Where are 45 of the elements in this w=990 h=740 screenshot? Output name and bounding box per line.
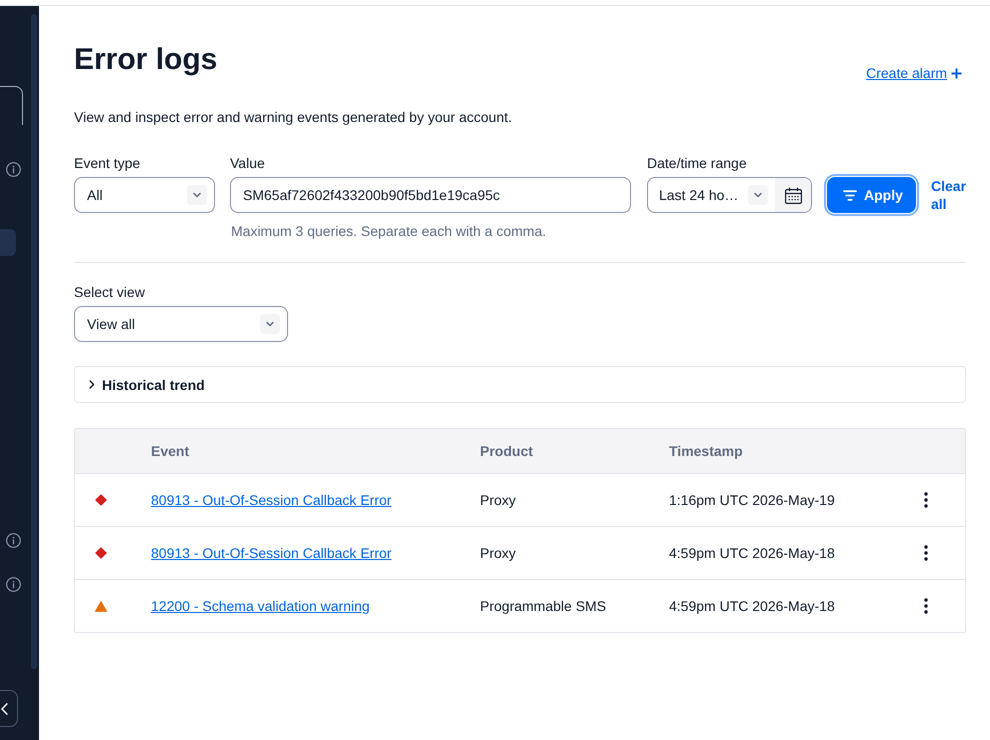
scrollbar[interactable]	[31, 14, 37, 669]
collapse-button[interactable]	[0, 690, 18, 727]
info-icon[interactable]	[6, 162, 21, 177]
field-label: Value	[230, 154, 266, 172]
table-cell: Proxy	[480, 491, 516, 509]
chevron-down-icon	[748, 185, 768, 205]
info-icon[interactable]	[6, 533, 21, 548]
filter-icon	[843, 190, 857, 200]
calendar-icon	[784, 186, 802, 204]
more-vertical-icon	[924, 598, 928, 614]
event-type-select[interactable]: All	[74, 177, 215, 213]
table-cell: 4:59pm UTC 2026-May-18	[669, 597, 835, 615]
date-range-field[interactable]: Last 24 ho…	[647, 177, 812, 213]
date-range-select[interactable]: Last 24 ho…	[648, 178, 775, 212]
field-label: Event type	[74, 154, 142, 172]
column-header: Product	[480, 442, 533, 460]
table-cell: 4:59pm UTC 2026-May-18	[669, 544, 835, 562]
outlined-panel	[0, 86, 23, 125]
table-cell: Proxy	[480, 544, 516, 562]
chevron-down-icon	[260, 314, 280, 334]
field-label: Select view	[74, 283, 145, 301]
calendar-button[interactable]	[775, 178, 811, 212]
column-header: Timestamp	[669, 442, 743, 460]
apply-button[interactable]: Apply	[827, 177, 916, 213]
create-alarm-link[interactable]: Create alarm	[866, 64, 962, 82]
table-cell: Programmable SMS	[480, 597, 606, 615]
help-text: Maximum 3 queries. Separate each with a comma.	[231, 222, 548, 240]
event-link[interactable]: 80913 - Out-Of-Session Callback Error	[151, 544, 392, 562]
plus-icon	[951, 68, 962, 78]
page-title: Error logs	[74, 42, 218, 78]
more-vertical-icon	[924, 492, 928, 508]
column-header: Event	[151, 442, 190, 460]
info-icon[interactable]	[6, 577, 21, 592]
event-link[interactable]: 80913 - Out-Of-Session Callback Error	[151, 491, 392, 509]
historical-trend-toggle[interactable]: Historical trend	[89, 376, 205, 392]
chevron-down-icon	[187, 185, 207, 205]
clear-all-button[interactable]: Clear all	[931, 177, 966, 213]
field-label: Date/time range	[647, 154, 748, 172]
chevron-left-icon	[1, 702, 8, 714]
view-select[interactable]: View all	[74, 306, 288, 342]
more-vertical-icon	[924, 545, 928, 561]
page-description: View and inspect error and warning events generated by your account.	[74, 108, 513, 126]
value-input[interactable]: SM65af72602f433200b90f5bd1e19ca95c	[230, 177, 631, 213]
table-cell: 1:16pm UTC 2026-May-19	[669, 491, 835, 509]
event-link[interactable]: 12200 - Schema validation warning	[151, 597, 370, 615]
